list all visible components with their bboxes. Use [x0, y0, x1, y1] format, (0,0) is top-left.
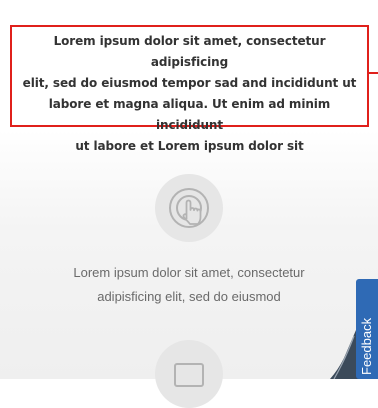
callout-line-1: Lorem ipsum dolor sit amet, consectetur … [53, 34, 326, 69]
highlighted-text-block: Lorem ipsum dolor sit amet, consectetur … [10, 25, 369, 153]
touch-hand-icon [155, 174, 223, 242]
feedback-label: Feedback [359, 317, 374, 375]
callout-line-4: ut labore et Lorem ipsum dolor sit [75, 139, 304, 153]
window-icon [155, 340, 223, 408]
callout-line-2: elit, sed do eiusmod tempor sad and inci… [22, 76, 357, 90]
feature-description: Lorem ipsum dolor sit amet, consectetur … [30, 261, 348, 309]
feature-line-1: Lorem ipsum dolor sit amet, consectetur [73, 265, 305, 280]
feature-line-2: adipisficing elit, sed do eiusmod [97, 289, 281, 304]
callout-connector-line [369, 72, 378, 74]
callout-line-3: labore et magna aliqua. Ut enim ad minim… [48, 97, 331, 132]
feedback-button[interactable]: Feedback [356, 279, 378, 379]
